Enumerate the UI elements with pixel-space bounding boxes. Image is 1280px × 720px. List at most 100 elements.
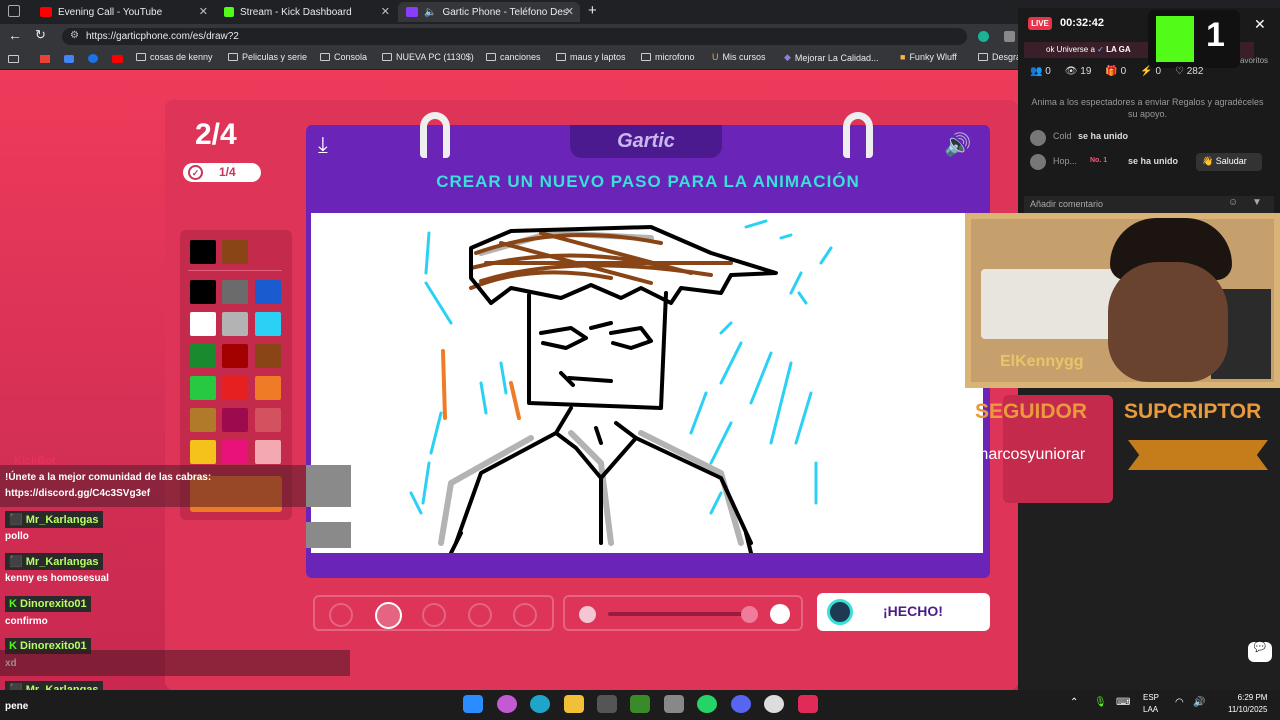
- bookmark-icon[interactable]: [88, 54, 98, 63]
- wifi-icon[interactable]: ◠: [1175, 697, 1184, 708]
- chat-text: !Únete a la mejor comunidad de las cabra…: [5, 472, 212, 483]
- color-swatch[interactable]: [222, 240, 248, 264]
- system-clock[interactable]: 6:29 PM 11/10/2025: [1228, 692, 1267, 716]
- avatar: [1030, 154, 1046, 170]
- greet-button[interactable]: 👋 Saludar: [1196, 153, 1262, 171]
- color-swatch[interactable]: [222, 440, 248, 464]
- filter-icon[interactable]: ▼: [1252, 197, 1262, 208]
- color-swatch[interactable]: [190, 280, 216, 304]
- gartic-logo: Gartic: [570, 125, 722, 158]
- extension-icon[interactable]: [978, 31, 989, 42]
- kick-logo: 1: [1148, 10, 1240, 68]
- color-swatch[interactable]: [190, 344, 216, 368]
- bookmark-item[interactable]: Consola: [320, 52, 367, 62]
- url-input[interactable]: https://garticphone.com/es/draw?2: [62, 28, 967, 45]
- language-indicator[interactable]: ESP LAA: [1143, 692, 1159, 716]
- brush-size-option[interactable]: [513, 603, 537, 627]
- keyboard-icon[interactable]: ⌨: [1116, 697, 1130, 708]
- discord-icon[interactable]: [731, 695, 751, 713]
- close-icon[interactable]: ✕: [199, 5, 208, 18]
- reload-icon[interactable]: ↻: [35, 27, 46, 43]
- color-swatch[interactable]: [255, 376, 281, 400]
- windows-start-icon[interactable]: [463, 695, 483, 713]
- color-swatch[interactable]: [255, 312, 281, 336]
- volume-icon[interactable]: 🔊: [944, 132, 971, 158]
- color-swatch[interactable]: [255, 344, 281, 368]
- kick-badge-icon: ⬛: [9, 556, 23, 568]
- apps-icon[interactable]: [8, 55, 19, 63]
- bookmark-item[interactable]: cosas de kenny: [136, 52, 213, 62]
- bookmark-item[interactable]: NUEVA PC (1130$): [382, 52, 474, 62]
- microphone-icon[interactable]: 🎙: [1094, 697, 1107, 708]
- opacity-slider-handle[interactable]: [741, 606, 758, 623]
- site-info-icon[interactable]: ⚙: [70, 30, 79, 41]
- brush-size-option[interactable]: [422, 603, 446, 627]
- chat-bg: [306, 522, 351, 548]
- close-icon[interactable]: ✕: [381, 5, 390, 18]
- color-swatch[interactable]: [255, 408, 281, 432]
- color-swatch[interactable]: [190, 440, 216, 464]
- window-menu-icon[interactable]: [8, 5, 20, 17]
- wave-icon: 👋: [1202, 156, 1214, 166]
- tab-title: Evening Call - YouTube: [58, 6, 163, 18]
- chevron-up-icon[interactable]: ⌃: [1070, 697, 1078, 708]
- tab-youtube[interactable]: Evening Call - YouTube ✕: [32, 2, 214, 22]
- plus-icon[interactable]: +: [588, 2, 597, 19]
- color-swatch[interactable]: [255, 280, 281, 304]
- app-icon[interactable]: [664, 695, 684, 713]
- color-swatch[interactable]: [222, 280, 248, 304]
- chat-username: ⬛ Mr_Karlangas: [5, 553, 103, 570]
- volume-icon[interactable]: 🔊: [1193, 697, 1205, 708]
- emoji-icon[interactable]: ☺: [1228, 197, 1238, 208]
- close-icon[interactable]: ✕: [1254, 16, 1266, 33]
- color-swatch[interactable]: [190, 408, 216, 432]
- folder-icon: [556, 53, 566, 61]
- bookmark-item[interactable]: maus y laptos: [556, 52, 626, 62]
- tab-kick[interactable]: Stream - Kick Dashboard ✕: [216, 2, 396, 22]
- color-swatch[interactable]: [255, 440, 281, 464]
- drawing-canvas[interactable]: [311, 213, 983, 553]
- chat-username: ⬛ Mr_Karlangas: [5, 511, 103, 528]
- bookmark-item[interactable]: canciones: [486, 52, 541, 62]
- color-swatch[interactable]: [190, 240, 216, 264]
- bookmark-item[interactable]: U Mis cursos: [712, 52, 766, 62]
- tiktok-icon[interactable]: [798, 695, 818, 713]
- binder-ring: [420, 112, 450, 158]
- chat-bg: [306, 465, 351, 507]
- youtube-icon[interactable]: [112, 55, 123, 63]
- edge-icon[interactable]: [530, 695, 550, 713]
- bookmark-icon[interactable]: [64, 55, 74, 63]
- opacity-slider-track[interactable]: [608, 612, 753, 616]
- bookmark-item[interactable]: ■ Funky Wluff: [900, 52, 957, 62]
- color-swatch[interactable]: [222, 376, 248, 400]
- color-swatch[interactable]: [190, 376, 216, 400]
- chat-icon[interactable]: 💬: [1248, 642, 1272, 662]
- bookmark-item[interactable]: microfono: [641, 52, 695, 62]
- bookmark-item[interactable]: Peliculas y serie: [228, 52, 307, 62]
- bookmark-item[interactable]: ◆ Mejorar La Calidad...: [784, 52, 878, 63]
- file-explorer-icon[interactable]: [564, 695, 584, 713]
- brush-size-option[interactable]: [468, 603, 492, 627]
- brush-size-option-selected[interactable]: [375, 602, 402, 629]
- extension-icon[interactable]: [1004, 31, 1015, 42]
- store-icon[interactable]: [597, 695, 617, 713]
- brush-size-option[interactable]: [329, 603, 353, 627]
- copilot-icon[interactable]: [497, 695, 517, 713]
- color-swatch[interactable]: [190, 312, 216, 336]
- gmail-icon[interactable]: [40, 55, 50, 63]
- folder-icon: [320, 53, 330, 61]
- tab-gartic[interactable]: 🔈 Gartic Phone - Teléfono Des ✕: [398, 2, 580, 22]
- color-swatch[interactable]: [222, 344, 248, 368]
- done-button[interactable]: ¡HECHO!: [817, 593, 990, 631]
- chat-username: K Dinorexito01: [5, 596, 91, 612]
- chat-text: https://discord.gg/C4c3SVg3ef: [5, 488, 151, 499]
- download-icon[interactable]: ⤓: [318, 132, 328, 158]
- color-swatch[interactable]: [222, 408, 248, 432]
- chrome-icon[interactable]: [764, 695, 784, 713]
- kick-icon: [224, 7, 234, 17]
- minecraft-icon[interactable]: [630, 695, 650, 713]
- whatsapp-icon[interactable]: [697, 695, 717, 713]
- color-swatch[interactable]: [222, 312, 248, 336]
- back-icon[interactable]: ←: [8, 27, 22, 43]
- close-icon[interactable]: ✕: [565, 5, 574, 18]
